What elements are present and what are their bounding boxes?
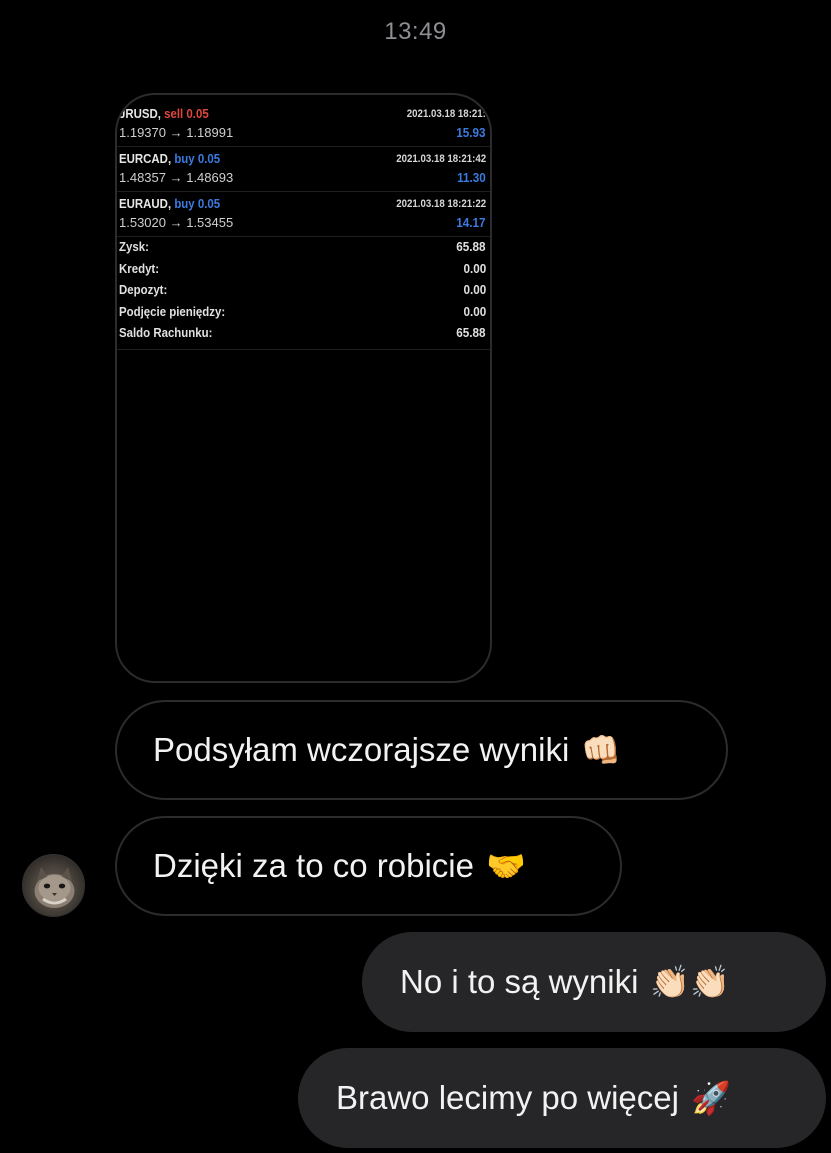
trade-date: 2021.03.18 18:21:22 <box>396 198 486 210</box>
summary-row: Kredyt: 0.00 <box>117 259 490 281</box>
trade-prices: 1.19370 → 1.18991 <box>119 125 234 140</box>
summary-label: Kredyt: <box>119 260 160 276</box>
trade-profit: 15.93 <box>456 125 486 140</box>
summary-label: Podjęcie pieniędzy: <box>119 303 226 319</box>
summary-value: 0.00 <box>463 260 486 276</box>
summary-value: 0.00 <box>463 303 486 319</box>
message-bubble-outgoing[interactable]: No i to są wyniki 👏🏻👏🏻 <box>362 932 826 1032</box>
trade-symbol: EURCAD, buy 0.05 <box>119 151 220 166</box>
rocket-icon: 🚀 <box>690 1080 731 1116</box>
summary-divider <box>117 348 490 350</box>
summary-row: Podjęcie pieniędzy: 0.00 <box>117 302 490 324</box>
trade-side: sell 0.05 <box>164 106 209 121</box>
summary-label: Depozyt: <box>119 282 168 297</box>
summary-label: Saldo Rachunku: <box>119 325 213 340</box>
trade-profit: 11.30 <box>457 170 486 185</box>
message-text: Brawo lecimy po więcej <box>336 1079 679 1116</box>
trade-side: buy 0.05 <box>174 196 221 211</box>
fist-bump-icon: 👊🏻 <box>581 732 622 768</box>
cat-avatar-icon[interactable] <box>22 854 85 917</box>
message-bubble-incoming[interactable]: Dzięki za to co robicie 🤝 <box>115 816 622 916</box>
trade-symbol-name: JRUSD, <box>119 106 161 121</box>
summary-row: Saldo Rachunku: 65.88 <box>117 323 490 345</box>
summary-row: Depozyt: 0.00 <box>117 280 490 302</box>
message-text: Podsyłam wczorajsze wyniki <box>153 731 570 768</box>
trade-prices: 1.48357 → 1.48693 <box>119 170 234 185</box>
trade-row: EURAUD, buy 0.05 2021.03.18 18:21:22 1.5… <box>117 193 490 237</box>
message-bubble-outgoing[interactable]: Brawo lecimy po więcej 🚀 <box>298 1048 826 1148</box>
summary-value: 65.88 <box>456 325 486 340</box>
trade-row: EURCAD, buy 0.05 2021.03.18 18:21:42 1.4… <box>117 148 490 192</box>
message-text: No i to są wyniki <box>400 963 639 1000</box>
trade-prices: 1.53020 → 1.53455 <box>119 215 234 230</box>
trade-date: 2021.03.18 18:21: <box>406 108 486 120</box>
summary-label: Zysk: <box>119 239 149 254</box>
trade-row: JRUSD, sell 0.05 2021.03.18 18:21: 1.193… <box>117 103 490 147</box>
cat-avatar-image <box>34 867 75 908</box>
summary-value: 65.88 <box>456 239 486 254</box>
trade-symbol-name: EURAUD, <box>119 196 172 211</box>
message-bubble-incoming[interactable]: Podsyłam wczorajsze wyniki 👊🏻 <box>115 700 728 800</box>
message-text: Dzięki za to co robicie <box>153 847 474 884</box>
trade-date: 2021.03.18 18:21:42 <box>396 153 486 165</box>
trade-symbol: JRUSD, sell 0.05 <box>119 106 209 121</box>
handshake-icon: 🤝 <box>485 848 526 884</box>
trade-symbol-name: EURCAD, <box>119 151 172 166</box>
timestamp: 13:49 <box>384 18 447 45</box>
summary-row: Zysk: 65.88 <box>117 237 490 259</box>
summary-value: 0.00 <box>463 282 486 297</box>
account-summary: Zysk: 65.88 Kredyt: 0.00 Depozyt: 0.00 P… <box>117 237 490 350</box>
trade-profit: 14.17 <box>456 215 486 230</box>
trade-symbol: EURAUD, buy 0.05 <box>119 196 220 211</box>
trade-side: buy 0.05 <box>174 151 221 166</box>
shared-image-message[interactable]: JRUSD, sell 0.05 2021.03.18 18:21: 1.193… <box>115 93 492 683</box>
trade-list: JRUSD, sell 0.05 2021.03.18 18:21: 1.193… <box>117 103 490 238</box>
clapping-hands-icon: 👏🏻👏🏻 <box>650 964 731 1000</box>
